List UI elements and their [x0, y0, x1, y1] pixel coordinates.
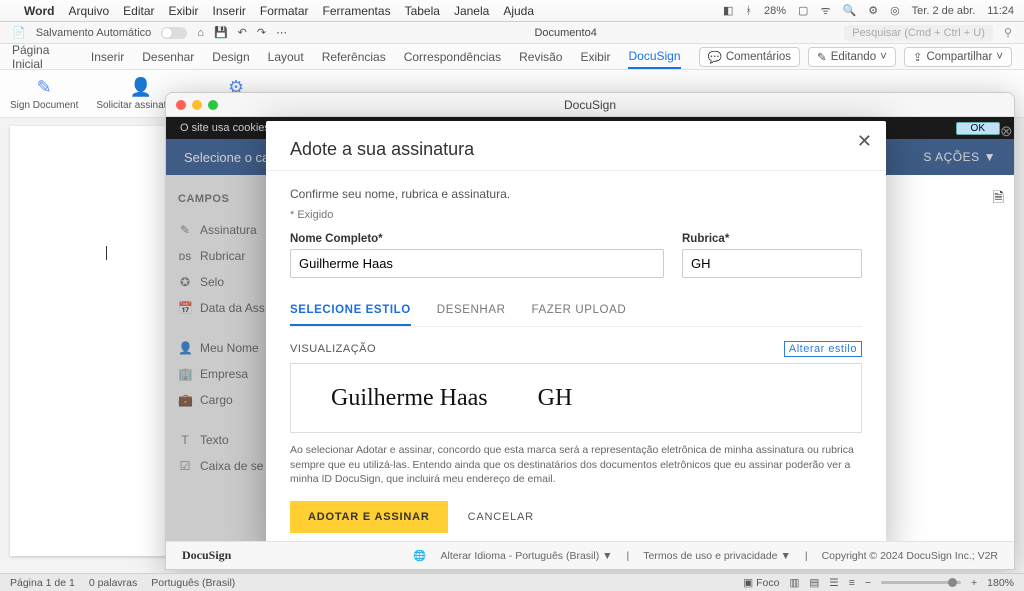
terms-link[interactable]: Termos de uso e privacidade ▼ — [643, 550, 791, 562]
menu-formatar[interactable]: Formatar — [260, 4, 309, 18]
ribbon-options-icon[interactable]: ⚲ — [1004, 27, 1012, 39]
tab-correspondencias[interactable]: Correspondências — [404, 46, 501, 68]
signature-full-preview: Guilherme Haas — [331, 385, 488, 412]
tab-revisao[interactable]: Revisão — [519, 46, 562, 68]
cancel-button[interactable]: CANCELAR — [468, 511, 534, 523]
language-indicator[interactable]: Português (Brasil) — [151, 577, 235, 589]
battery-icon[interactable]: ▢ — [798, 4, 808, 17]
fullname-input[interactable] — [290, 249, 664, 278]
search-input[interactable]: Pesquisar (Cmd + Ctrl + U) — [844, 25, 993, 41]
panel-close-icon[interactable]: ⊗ — [1000, 122, 1018, 140]
menu-ajuda[interactable]: Ajuda — [503, 4, 534, 18]
menu-janela[interactable]: Janela — [454, 4, 489, 18]
menubar-date[interactable]: Ter. 2 de abr. — [912, 5, 976, 17]
comments-button[interactable]: 💬 Comentários — [699, 47, 801, 67]
word-status-bar: Página 1 de 1 0 palavras Português (Bras… — [0, 573, 1024, 591]
battery-percent: 28% — [764, 5, 786, 17]
preview-label: VISUALIZAÇÃO — [290, 343, 376, 355]
adopt-signature-modal: ✕ Adote a sua assinatura Confirme seu no… — [266, 121, 886, 553]
wifi-icon[interactable]: ᯤ — [820, 3, 830, 18]
page-indicator[interactable]: Página 1 de 1 — [10, 577, 75, 589]
doc-icon: 📄 — [12, 26, 26, 39]
menu-tabela[interactable]: Tabela — [405, 4, 440, 18]
copyright-text: Copyright © 2024 DocuSign Inc.; V2R — [822, 550, 998, 562]
tab-pagina-inicial[interactable]: Página Inicial — [12, 39, 73, 75]
language-selector[interactable]: Alterar Idioma - Português (Brasil) ▼ — [441, 550, 613, 562]
zoom-slider[interactable] — [881, 581, 961, 584]
request-icon: 👤 — [130, 76, 152, 98]
signature-preview: Guilherme Haas GH — [290, 363, 862, 433]
zoom-out-button[interactable]: − — [865, 577, 871, 589]
spotlight-icon[interactable]: 🔍 — [842, 4, 856, 17]
modal-subtitle: Confirme seu nome, rubrica e assinatura. — [290, 187, 862, 201]
tab-docusign[interactable]: DocuSign — [628, 45, 680, 69]
sign-icon: ✎ — [33, 76, 55, 98]
modal-tab-upload[interactable]: FAZER UPLOAD — [532, 296, 627, 326]
autosave-label: Salvamento Automático — [36, 27, 152, 39]
adopt-and-sign-button[interactable]: ADOTAR E ASSINAR — [290, 501, 448, 533]
more-icon[interactable]: ⋯ — [276, 26, 287, 39]
view-web-icon[interactable]: ▤ — [809, 577, 819, 589]
zoom-in-button[interactable]: + — [971, 577, 977, 589]
control-center-icon[interactable]: ⚙ — [868, 4, 878, 17]
redo-icon[interactable]: ↷ — [257, 26, 266, 39]
bluetooth-icon[interactable]: ᚼ — [745, 5, 752, 17]
macos-menubar: Word Arquivo Editar Exibir Inserir Forma… — [0, 0, 1024, 22]
document-title: Documento4 — [287, 27, 844, 39]
initials-input[interactable] — [682, 249, 862, 278]
signature-initials-preview: GH — [538, 385, 573, 412]
docusign-window: DocuSign O site usa cookies, alguns dos … — [165, 92, 1015, 570]
modal-tab-select-style[interactable]: SELECIONE ESTILO — [290, 296, 411, 326]
view-print-icon[interactable]: ▥ — [789, 577, 799, 589]
autosave-toggle[interactable] — [161, 27, 187, 39]
tab-referencias[interactable]: Referências — [322, 46, 386, 68]
tab-desenhar[interactable]: Desenhar — [142, 46, 194, 68]
view-outline-icon[interactable]: ☰ — [829, 577, 838, 589]
modal-close-button[interactable]: ✕ — [857, 131, 872, 152]
view-draft-icon[interactable]: ≡ — [849, 577, 855, 589]
consent-text: Ao selecionar Adotar e assinar, concordo… — [290, 443, 862, 487]
text-cursor — [106, 246, 107, 260]
docusign-footer: DocuSign 🌐 Alterar Idioma - Português (B… — [166, 541, 1014, 569]
menubar-time[interactable]: 11:24 — [987, 5, 1014, 17]
zoom-level[interactable]: 180% — [987, 577, 1014, 589]
tab-exibir[interactable]: Exibir — [580, 46, 610, 68]
home-icon[interactable]: ⌂ — [197, 27, 204, 39]
menubar-extra-icon[interactable]: ◧ — [723, 4, 733, 17]
editing-dropdown[interactable]: ✎ Editando ˅ — [808, 47, 896, 67]
initials-label: Rubrica* — [682, 233, 862, 245]
menu-ferramentas[interactable]: Ferramentas — [323, 4, 391, 18]
menu-inserir[interactable]: Inserir — [213, 4, 246, 18]
tab-layout[interactable]: Layout — [268, 46, 304, 68]
sign-document-button[interactable]: ✎ Sign Document — [10, 76, 78, 111]
required-note: * Exigido — [290, 209, 862, 221]
fullname-label: Nome Completo* — [290, 233, 664, 245]
menu-arquivo[interactable]: Arquivo — [68, 4, 109, 18]
menu-exibir[interactable]: Exibir — [169, 4, 199, 18]
focus-mode-button[interactable]: ▣ Foco — [743, 577, 779, 589]
save-icon[interactable]: 💾 — [214, 26, 228, 39]
menu-editar[interactable]: Editar — [123, 4, 154, 18]
tab-inserir[interactable]: Inserir — [91, 46, 124, 68]
undo-icon[interactable]: ↶ — [238, 26, 247, 39]
change-style-link[interactable]: Alterar estilo — [784, 341, 862, 357]
share-button[interactable]: ⇪ Compartilhar ˅ — [904, 47, 1012, 67]
app-name[interactable]: Word — [24, 4, 54, 18]
docusign-logo: DocuSign — [182, 548, 231, 563]
tab-design[interactable]: Design — [212, 46, 249, 68]
word-count[interactable]: 0 palavras — [89, 577, 137, 589]
word-quick-toolbar: 📄 Salvamento Automático ⌂ 💾 ↶ ↷ ⋯ Docume… — [0, 22, 1024, 44]
modal-title: Adote a sua assinatura — [290, 139, 862, 160]
globe-icon: 🌐 — [413, 549, 426, 562]
modal-tab-draw[interactable]: DESENHAR — [437, 296, 506, 326]
ribbon-tabs: Página Inicial Inserir Desenhar Design L… — [0, 44, 1024, 70]
siri-icon[interactable]: ◎ — [890, 4, 900, 17]
